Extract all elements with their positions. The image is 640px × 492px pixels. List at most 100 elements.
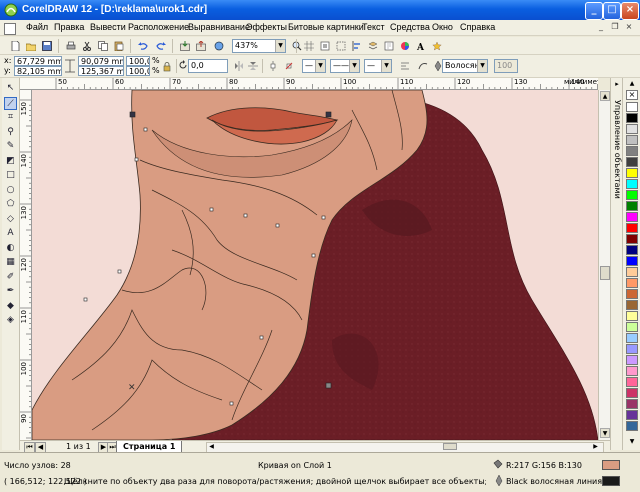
- shape-tool[interactable]: ⟋: [4, 96, 17, 110]
- save-button[interactable]: [40, 39, 54, 53]
- color-swatch[interactable]: [626, 113, 638, 123]
- ellipse-tool[interactable]: ○: [4, 184, 17, 197]
- scroll-thumb[interactable]: [600, 266, 610, 280]
- curve-smoothness-field[interactable]: 100: [494, 59, 518, 73]
- color-swatch[interactable]: [626, 278, 638, 288]
- scroll-up-arrow-icon[interactable]: ▲: [600, 91, 610, 101]
- options-button[interactable]: [318, 39, 332, 53]
- fill-color-swatch[interactable]: [602, 460, 620, 470]
- color-swatch[interactable]: [626, 124, 638, 134]
- mdi-restore-button[interactable]: ❐: [610, 22, 620, 32]
- delete-node-button[interactable]: [282, 59, 296, 73]
- color-swatch[interactable]: [626, 179, 638, 189]
- menu-text[interactable]: Текст: [362, 22, 385, 32]
- outline-color-swatch[interactable]: [602, 476, 620, 486]
- color-swatch[interactable]: [626, 311, 638, 321]
- align-button[interactable]: [350, 39, 364, 53]
- scroll-thumb[interactable]: [443, 443, 457, 450]
- menu-edit[interactable]: Правка: [54, 22, 84, 32]
- mdi-close-button[interactable]: ×: [624, 22, 634, 32]
- color-swatch[interactable]: [626, 333, 638, 343]
- menu-help[interactable]: Справка: [460, 22, 495, 32]
- outline-tool[interactable]: ✒: [4, 285, 17, 298]
- menu-window[interactable]: Окно: [432, 22, 453, 32]
- print-button[interactable]: [64, 39, 78, 53]
- color-swatch[interactable]: [626, 201, 638, 211]
- import-button[interactable]: [178, 39, 192, 53]
- symbols-button[interactable]: [430, 39, 444, 53]
- paste-button[interactable]: [112, 39, 126, 53]
- rotation-angle-field[interactable]: 0,0: [188, 59, 228, 73]
- mirror-vertical-button[interactable]: [246, 59, 260, 73]
- color-swatch[interactable]: [626, 267, 638, 277]
- docker-arrow-icon[interactable]: ▸: [612, 80, 622, 90]
- smart-fill-tool[interactable]: ◩: [4, 155, 17, 168]
- outline-start-arrow-combo[interactable]: — ▼: [302, 59, 326, 73]
- menu-effects[interactable]: Эффекты: [246, 22, 287, 32]
- polygon-tool[interactable]: ⬠: [4, 198, 17, 211]
- menu-arrange[interactable]: Расположение: [128, 22, 189, 32]
- lock-ratio-button[interactable]: [160, 60, 174, 74]
- portrait-illustration[interactable]: ✕: [32, 90, 598, 440]
- menu-view[interactable]: Вывести: [90, 22, 126, 32]
- open-button[interactable]: [24, 39, 38, 53]
- color-swatch[interactable]: [626, 300, 638, 310]
- color-swatch[interactable]: [626, 157, 638, 167]
- object-manager-docker-tab[interactable]: ▸ Управление объектами: [610, 78, 622, 450]
- color-swatch[interactable]: [626, 410, 638, 420]
- menu-file[interactable]: Файл: [26, 22, 48, 32]
- zoom-tool[interactable]: ⚲: [4, 126, 17, 139]
- color-swatch[interactable]: [626, 421, 638, 431]
- color-swatch[interactable]: [626, 168, 638, 178]
- wrap-paragraph-button[interactable]: [398, 59, 412, 73]
- text-tool[interactable]: A: [4, 227, 17, 240]
- color-swatch[interactable]: [626, 355, 638, 365]
- interactive-blend-tool[interactable]: ◐: [4, 242, 17, 255]
- color-swatch[interactable]: [626, 190, 638, 200]
- color-swatch[interactable]: [626, 377, 638, 387]
- no-color-swatch[interactable]: ×: [626, 90, 638, 100]
- scale-y-field[interactable]: 100,0: [126, 66, 150, 76]
- text-format-button[interactable]: A: [414, 39, 428, 53]
- color-swatch[interactable]: [626, 146, 638, 156]
- outline-width-combo[interactable]: Волосяная ▼: [442, 59, 488, 73]
- scroll-right-arrow-icon[interactable]: ▶: [591, 443, 600, 450]
- color-swatch[interactable]: [626, 212, 638, 222]
- width-field[interactable]: 90,079 mm: [78, 56, 124, 66]
- color-swatch[interactable]: [626, 322, 638, 332]
- document-icon[interactable]: [4, 23, 16, 35]
- close-button[interactable]: ×: [621, 2, 639, 20]
- rectangle-tool[interactable]: □: [4, 169, 17, 182]
- color-swatch[interactable]: [626, 399, 638, 409]
- minimize-button[interactable]: _: [585, 2, 603, 20]
- y-position-field[interactable]: 82,105 mm: [14, 66, 62, 76]
- zoom-level-combo[interactable]: 437% ▼: [232, 39, 286, 53]
- color-swatch[interactable]: [626, 223, 638, 233]
- snap-to-grid-button[interactable]: [302, 39, 316, 53]
- menu-bitmaps[interactable]: Битовые картинки: [288, 22, 364, 32]
- fill-tool[interactable]: ◆: [4, 300, 17, 313]
- crop-tool[interactable]: ⌗: [4, 111, 17, 124]
- vertical-scrollbar[interactable]: ▲ ▼: [598, 90, 610, 440]
- pick-tool[interactable]: ↖: [4, 82, 17, 95]
- mdi-minimize-button[interactable]: _: [596, 22, 606, 32]
- color-swatch[interactable]: [626, 388, 638, 398]
- add-node-button[interactable]: [266, 59, 280, 73]
- basic-shapes-tool[interactable]: ◇: [4, 213, 17, 226]
- outline-end-arrow-combo[interactable]: — ▼: [364, 59, 392, 73]
- scroll-left-arrow-icon[interactable]: ◀: [207, 443, 216, 450]
- transparency-tool[interactable]: ▦: [4, 256, 17, 269]
- interactive-fill-tool[interactable]: ◈: [4, 314, 17, 327]
- maximize-button[interactable]: □: [603, 2, 621, 20]
- object-manager-button[interactable]: [366, 39, 380, 53]
- color-swatch[interactable]: [626, 234, 638, 244]
- menu-tools[interactable]: Средства: [390, 22, 430, 32]
- redo-button[interactable]: [154, 39, 168, 53]
- color-swatch[interactable]: [626, 289, 638, 299]
- palette-scroll-down-icon[interactable]: ▼: [626, 438, 638, 446]
- menu-align[interactable]: Выравнивание: [188, 22, 250, 32]
- new-button[interactable]: [8, 39, 22, 53]
- color-swatch[interactable]: [626, 102, 638, 112]
- scroll-down-arrow-icon[interactable]: ▼: [600, 428, 610, 438]
- freehand-tool[interactable]: ✎: [4, 140, 17, 153]
